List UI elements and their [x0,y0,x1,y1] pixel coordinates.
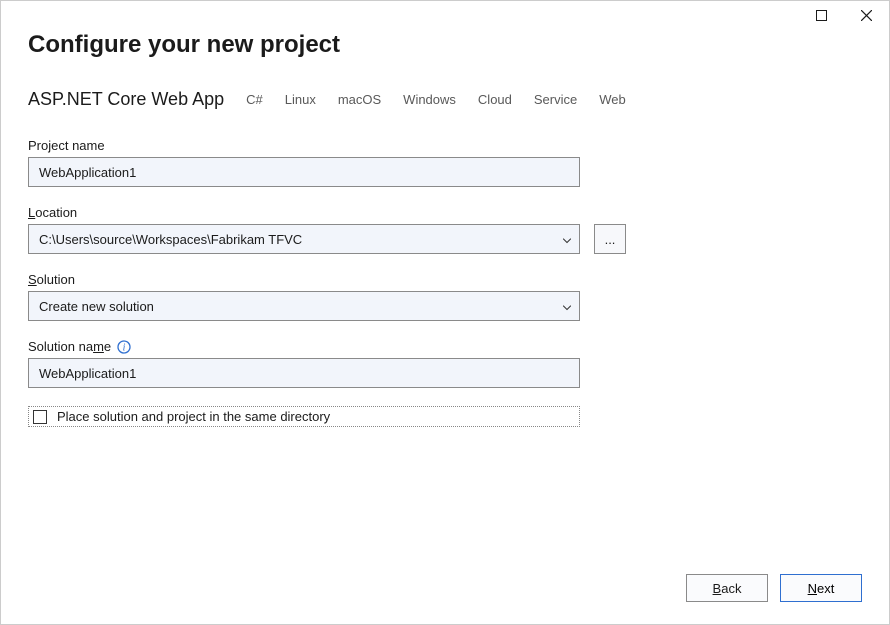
maximize-icon [816,10,827,21]
chevron-down-icon [563,232,571,247]
template-tag: Windows [403,92,456,107]
project-name-input[interactable]: WebApplication1 [28,157,580,187]
solution-name-input[interactable]: WebApplication1 [28,358,580,388]
solution-combobox[interactable]: Create new solution [28,291,580,321]
template-tag: Linux [285,92,316,107]
solution-name-label: Solution name i [28,339,862,354]
svg-text:i: i [123,342,126,353]
info-icon[interactable]: i [117,340,131,354]
same-directory-checkbox-row[interactable]: Place solution and project in the same d… [28,406,580,427]
solution-field: Solution Create new solution [28,272,862,321]
location-value: C:\Users\source\Workspaces\Fabrikam TFVC [39,232,569,247]
back-button[interactable]: Back [686,574,768,602]
close-icon [861,10,872,21]
project-name-label: Project name [28,138,862,153]
same-directory-checkbox[interactable] [33,410,47,424]
location-combobox[interactable]: C:\Users\source\Workspaces\Fabrikam TFVC [28,224,580,254]
template-name: ASP.NET Core Web App [28,89,224,110]
page-title: Configure your new project [28,31,862,59]
back-label: Back [713,581,742,596]
close-button[interactable] [844,1,889,29]
maximize-button[interactable] [799,1,844,29]
window-titlebar [799,1,889,31]
location-label: Location [28,205,862,220]
template-tag: Cloud [478,92,512,107]
template-info-row: ASP.NET Core Web App C# Linux macOS Wind… [28,89,862,110]
chevron-down-icon [563,299,571,314]
template-tag: Service [534,92,577,107]
project-name-value: WebApplication1 [39,165,136,180]
template-tag: C# [246,92,263,107]
solution-name-field: Solution name i WebApplication1 [28,339,862,388]
template-tag: macOS [338,92,381,107]
dialog-content: Configure your new project ASP.NET Core … [28,31,862,554]
dialog-footer: Back Next [686,574,862,602]
next-button[interactable]: Next [780,574,862,602]
same-directory-label: Place solution and project in the same d… [57,409,330,424]
next-label: Next [808,581,835,596]
browse-button[interactable]: ... [594,224,626,254]
solution-name-value: WebApplication1 [39,366,136,381]
solution-value: Create new solution [39,299,569,314]
template-tag: Web [599,92,626,107]
browse-label: ... [605,232,616,247]
location-field: Location C:\Users\source\Workspaces\Fabr… [28,205,862,254]
solution-label: Solution [28,272,862,287]
project-name-field: Project name WebApplication1 [28,138,862,187]
